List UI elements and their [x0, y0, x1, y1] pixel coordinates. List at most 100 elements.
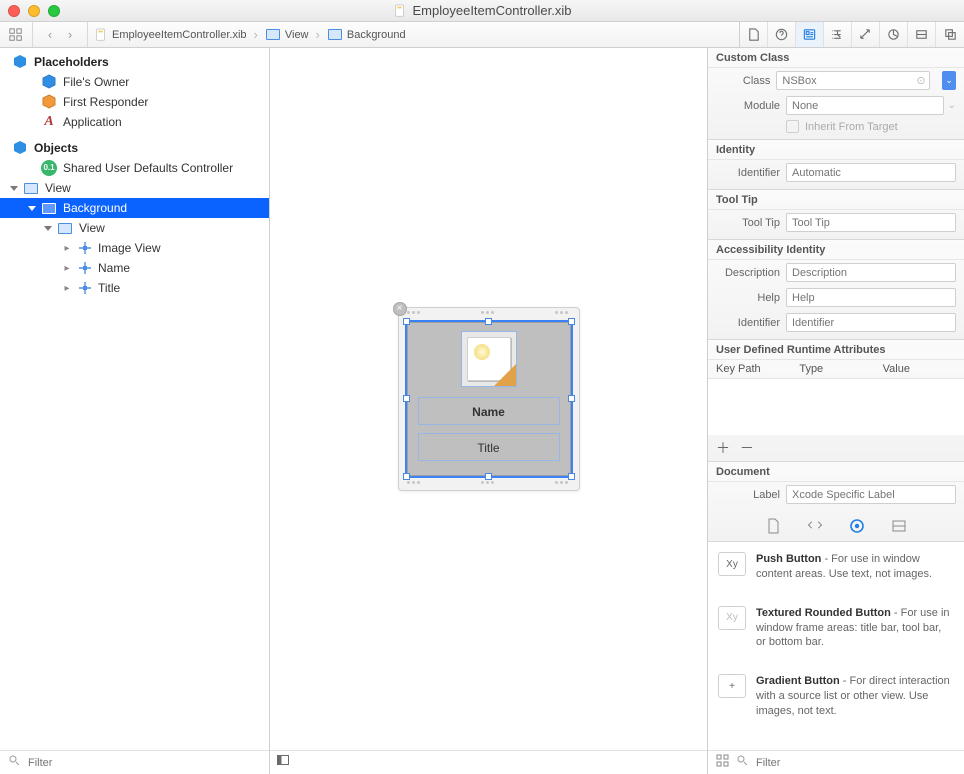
file-template-tab[interactable] — [764, 517, 782, 535]
object-library-tab[interactable] — [848, 517, 866, 535]
outline-files-owner[interactable]: File's Owner — [0, 72, 269, 92]
identity-title: Identity — [708, 140, 964, 160]
udra-type-header[interactable]: Type — [799, 363, 872, 375]
outline-background-label: Background — [63, 201, 127, 215]
identifier-field[interactable] — [786, 163, 956, 182]
acc-help-label: Help — [716, 292, 780, 304]
library-item-textured-button[interactable]: Xy Textured Rounded Button - For use in … — [708, 596, 964, 665]
files-owner-label: File's Owner — [63, 75, 129, 89]
window-title: EmployeeItemController.xib — [0, 3, 964, 18]
identity-inspector-tab[interactable] — [796, 22, 824, 47]
media-library-tab[interactable] — [890, 517, 908, 535]
crumb-file[interactable]: EmployeeItemController.xib — [94, 28, 247, 42]
view-icon — [327, 27, 343, 43]
udra-keypath-header[interactable]: Key Path — [716, 363, 789, 375]
acc-help-field[interactable] — [786, 288, 956, 307]
application-icon: A — [41, 114, 57, 130]
library-item-gradient-button[interactable]: + Gradient Button - For direct interacti… — [708, 664, 964, 733]
zoom-window-button[interactable] — [48, 5, 60, 17]
image-view[interactable] — [461, 331, 517, 387]
disclosure-triangle-icon[interactable]: ▸ — [62, 283, 72, 294]
crumb-background-label: Background — [347, 29, 406, 41]
canvas[interactable]: × Name Title — [270, 48, 708, 774]
doc-label-field[interactable] — [786, 485, 956, 504]
breadcrumb: EmployeeItemController.xib › View › Back… — [88, 27, 406, 43]
class-field[interactable] — [776, 71, 930, 90]
related-items[interactable] — [0, 22, 33, 47]
inherit-label: Inherit From Target — [805, 121, 898, 133]
tooltip-field[interactable] — [786, 213, 956, 232]
background-nsbox[interactable]: Name Title — [407, 322, 571, 476]
close-icon[interactable]: × — [393, 302, 407, 316]
object-library[interactable]: Xy Push Button - For use in window conte… — [708, 542, 964, 750]
outline-view[interactable]: View — [0, 178, 269, 198]
crumb-separator-icon: › — [251, 27, 261, 42]
disclosure-triangle-icon[interactable]: ▸ — [62, 263, 72, 274]
cube-icon — [41, 74, 57, 90]
cube-icon — [12, 54, 28, 70]
outline-image-view[interactable]: ▸ Image View — [0, 238, 269, 258]
canvas-footer — [270, 750, 707, 774]
outline-footer — [0, 750, 269, 774]
library-filter-input[interactable] — [756, 757, 956, 769]
minimize-window-button[interactable] — [28, 5, 40, 17]
connections-inspector-tab[interactable] — [880, 22, 908, 47]
name-label[interactable]: Name — [418, 397, 560, 425]
bindings-inspector-tab[interactable] — [908, 22, 936, 47]
acc-identifier-field[interactable] — [786, 313, 956, 332]
accessibility-section: Accessibility Identity Description Help … — [708, 240, 964, 340]
chevron-down-icon[interactable]: ⌄ — [948, 100, 956, 111]
application-label: Application — [63, 115, 122, 129]
class-label: Class — [716, 75, 770, 87]
title-label[interactable]: Title — [418, 433, 560, 461]
outline-name[interactable]: ▸ Name — [0, 258, 269, 278]
attributes-inspector-tab[interactable] — [824, 22, 852, 47]
push-button-thumb: Xy — [718, 552, 746, 576]
outline-title[interactable]: ▸ Title — [0, 278, 269, 298]
outline-inner-view[interactable]: View — [0, 218, 269, 238]
outline-view-label: View — [45, 181, 71, 195]
identifier-label: Identifier — [716, 167, 780, 179]
acc-description-label: Description — [716, 267, 780, 279]
disclosure-triangle-icon[interactable] — [28, 206, 36, 211]
outline-first-responder[interactable]: First Responder — [0, 92, 269, 112]
toggle-outline-button[interactable] — [276, 753, 290, 772]
outline-background[interactable]: Background — [0, 198, 269, 218]
inherit-checkbox[interactable] — [786, 120, 799, 133]
library-item-push-button[interactable]: Xy Push Button - For use in window conte… — [708, 542, 964, 596]
udra-value-header[interactable]: Value — [883, 363, 956, 375]
outline-filter-input[interactable] — [28, 757, 261, 769]
push-button-title: Push Button — [756, 553, 821, 565]
library-view-mode-button[interactable] — [716, 754, 730, 771]
disclosure-triangle-icon[interactable]: ▸ — [62, 243, 72, 254]
history-forward-button[interactable]: › — [61, 27, 79, 42]
disclosure-triangle-icon[interactable] — [44, 226, 52, 231]
close-window-button[interactable] — [8, 5, 20, 17]
module-field[interactable] — [786, 96, 944, 115]
collection-item-container[interactable]: × Name Title — [398, 307, 580, 491]
related-items-icon — [8, 27, 24, 43]
add-attribute-button[interactable]: ＋ — [716, 440, 730, 456]
effects-inspector-tab[interactable] — [936, 22, 964, 47]
crumb-background[interactable]: Background — [327, 27, 406, 43]
code-snippet-tab[interactable] — [806, 517, 824, 535]
placeholders-label: Placeholders — [34, 55, 109, 69]
disclosure-triangle-icon[interactable] — [10, 186, 18, 191]
remove-attribute-button[interactable]: － — [740, 440, 754, 456]
file-inspector-tab[interactable] — [740, 22, 768, 47]
acc-description-field[interactable] — [786, 263, 956, 282]
window-titlebar: EmployeeItemController.xib — [0, 0, 964, 22]
inspector-panel: Custom Class Class ⊙ ⌄ Module ⌄ Inherit … — [708, 48, 964, 774]
outline-application[interactable]: A Application — [0, 112, 269, 132]
crumb-view[interactable]: View — [265, 27, 309, 43]
class-dropdown-button[interactable]: ⌄ — [942, 71, 956, 90]
textured-button-thumb: Xy — [718, 606, 746, 630]
udra-table[interactable] — [708, 379, 964, 435]
quickhelp-inspector-tab[interactable] — [768, 22, 796, 47]
name-label: Name — [98, 261, 130, 275]
outline-shared-defaults[interactable]: 0.1 Shared User Defaults Controller — [0, 158, 269, 178]
size-inspector-tab[interactable] — [852, 22, 880, 47]
history-back-button[interactable]: ‹ — [41, 27, 59, 42]
window-title-text: EmployeeItemController.xib — [413, 3, 572, 18]
traffic-lights — [8, 5, 60, 17]
